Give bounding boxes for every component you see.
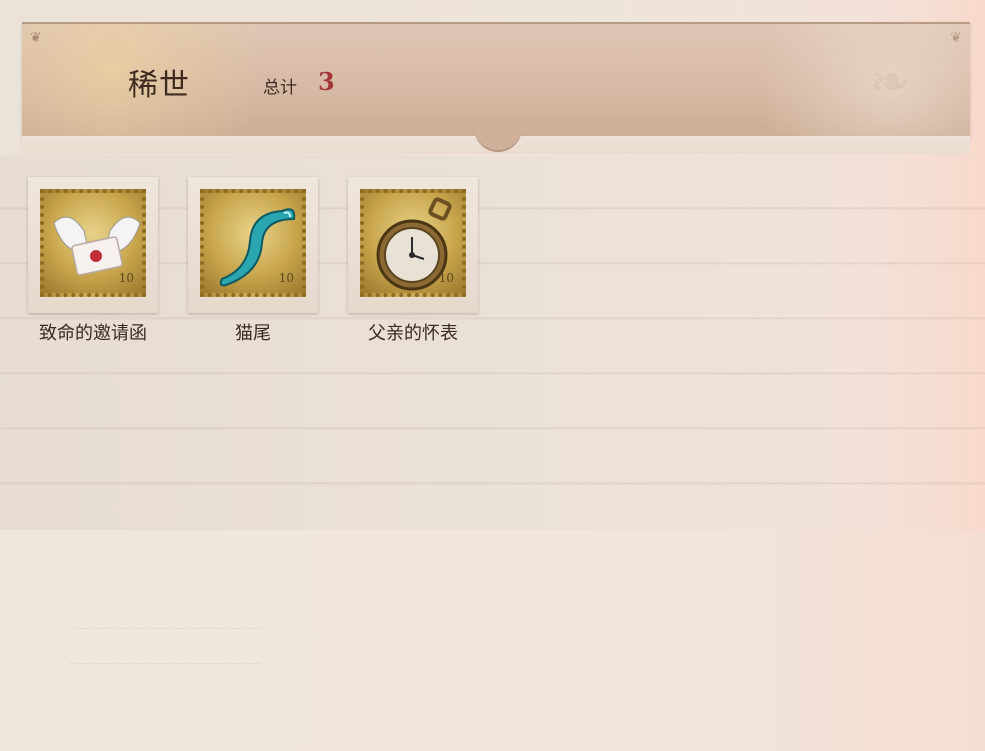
corner-ornament-icon: ❦ <box>30 30 42 46</box>
corner-ornament-icon: ❦ <box>950 30 962 46</box>
stamp-image: 10 <box>360 189 466 297</box>
item-card-pocket-watch[interactable]: 10 父亲的怀表 <box>346 177 480 345</box>
stamp-value: 10 <box>438 271 454 285</box>
stamp-value: 10 <box>118 271 134 285</box>
stamp-frame[interactable]: 10 <box>28 177 158 313</box>
item-label: 猫尾 <box>235 323 271 344</box>
leaf-decoration-icon: ❧ <box>869 54 910 110</box>
ruler-decoration <box>70 628 260 664</box>
item-label: 致命的邀请函 <box>39 323 147 344</box>
item-card-cat-tail[interactable]: 10 猫尾 <box>186 177 320 345</box>
stamp-frame[interactable]: 10 <box>188 177 318 313</box>
cat-tail-icon <box>219 208 296 287</box>
item-card-invitation[interactable]: 10 致命的邀请函 <box>26 177 160 345</box>
total-count: 3 <box>318 67 335 96</box>
stamp-image: 10 <box>200 189 306 297</box>
item-label: 父亲的怀表 <box>368 323 458 344</box>
stamp-frame[interactable]: 10 <box>348 177 478 313</box>
total-label: 总计 <box>263 78 297 98</box>
stamp-image: 10 <box>40 189 146 297</box>
stamp-value: 10 <box>278 271 294 285</box>
winged-letter-icon <box>53 216 141 276</box>
category-title: 稀世 <box>128 68 190 103</box>
pocket-watch-icon <box>376 197 452 291</box>
